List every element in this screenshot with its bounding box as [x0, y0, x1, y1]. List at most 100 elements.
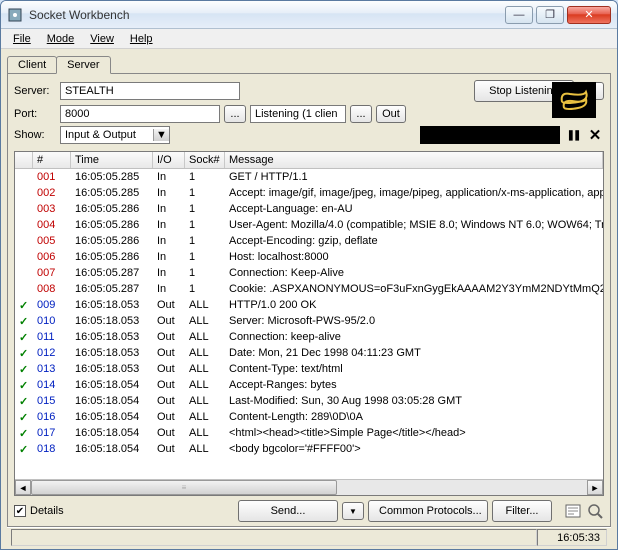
window-title: Socket Workbench — [29, 8, 505, 22]
tab-server[interactable]: Server — [56, 56, 110, 74]
filter-button[interactable]: Filter... — [492, 500, 552, 522]
listening-browse-button[interactable]: ... — [350, 105, 372, 123]
col-time[interactable]: Time — [71, 152, 153, 168]
row-check: ✓ — [15, 395, 33, 408]
table-row[interactable]: 00416:05:05.286In1User-Agent: Mozilla/4.… — [15, 217, 603, 233]
table-row[interactable]: 00316:05:05.286In1Accept-Language: en-AU — [15, 201, 603, 217]
row-num: 002 — [33, 187, 71, 199]
pause-button[interactable]: ❚❚ — [564, 126, 582, 144]
row-num: 015 — [33, 395, 71, 407]
row-num: 011 — [33, 331, 71, 343]
col-check[interactable] — [15, 152, 33, 168]
checkmark-icon: ✔ — [16, 506, 24, 517]
scroll-track[interactable]: ≡ — [31, 480, 587, 495]
row-check: ✓ — [15, 443, 33, 456]
row-num: 018 — [33, 443, 71, 455]
row-check: ✓ — [15, 347, 33, 360]
titlebar[interactable]: Socket Workbench — ❐ ✕ — [1, 1, 617, 29]
row-time: 16:05:05.286 — [71, 235, 153, 247]
server-input[interactable] — [60, 82, 240, 100]
table-row[interactable]: ✓00916:05:18.053OutALLHTTP/1.0 200 OK — [15, 297, 603, 313]
common-protocols-button[interactable]: Common Protocols... — [368, 500, 488, 522]
show-combo[interactable]: Input & Output ▼ — [60, 126, 170, 144]
row-sock: ALL — [185, 411, 225, 423]
menu-help[interactable]: Help — [124, 32, 159, 46]
menu-view[interactable]: View — [84, 32, 120, 46]
table-row[interactable]: ✓01316:05:18.053OutALLContent-Type: text… — [15, 361, 603, 377]
row-message: Accept: image/gif, image/jpeg, image/pip… — [225, 187, 603, 199]
row-sock: 1 — [185, 283, 225, 295]
scroll-left-icon[interactable]: ◄ — [15, 480, 31, 495]
col-num[interactable]: # — [33, 152, 71, 168]
scroll-right-icon[interactable]: ► — [587, 480, 603, 495]
row-message: Connection: keep-alive — [225, 331, 603, 343]
table-row[interactable]: 00816:05:05.287In1Cookie: .ASPXANONYMOUS… — [15, 281, 603, 297]
row-io: In — [153, 187, 185, 199]
maximize-button[interactable]: ❐ — [536, 6, 564, 24]
row-io: Out — [153, 395, 185, 407]
port-input[interactable] — [60, 105, 220, 123]
row-message: Last-Modified: Sun, 30 Aug 1998 03:05:28… — [225, 395, 603, 407]
tab-client[interactable]: Client — [7, 56, 57, 74]
row-sock: ALL — [185, 443, 225, 455]
port-browse-button[interactable]: ... — [224, 105, 246, 123]
row-num: 005 — [33, 235, 71, 247]
table-row[interactable]: ✓01416:05:18.054OutALLAccept-Ranges: byt… — [15, 377, 603, 393]
out-button[interactable]: Out — [376, 105, 406, 123]
row-message: <body bgcolor='#FFFF00'> — [225, 443, 603, 455]
row-time: 16:05:18.054 — [71, 427, 153, 439]
row-message: Cookie: .ASPXANONYMOUS=oF3uFxnGygEkAAAAM… — [225, 283, 603, 295]
row-num: 007 — [33, 267, 71, 279]
scroll-thumb[interactable]: ≡ — [31, 480, 337, 495]
toolbar-icon-2[interactable] — [586, 502, 604, 520]
table-row[interactable]: ✓01116:05:18.053OutALLConnection: keep-a… — [15, 329, 603, 345]
row-message: GET / HTTP/1.1 — [225, 171, 603, 183]
chevron-down-icon: ▼ — [153, 129, 169, 141]
send-dropdown-button[interactable]: ▼ — [342, 502, 364, 520]
col-message[interactable]: Message — [225, 152, 603, 168]
close-button[interactable]: ✕ — [567, 6, 611, 24]
details-checkbox[interactable]: ✔ — [14, 505, 26, 517]
table-row[interactable]: 00216:05:05.285In1Accept: image/gif, ima… — [15, 185, 603, 201]
row-io: In — [153, 219, 185, 231]
col-io[interactable]: I/O — [153, 152, 185, 168]
table-row[interactable]: 00716:05:05.287In1Connection: Keep-Alive — [15, 265, 603, 281]
minimize-button[interactable]: — — [505, 6, 533, 24]
row-num: 001 — [33, 171, 71, 183]
row-check: ✓ — [15, 315, 33, 328]
row-time: 16:05:18.053 — [71, 347, 153, 359]
menu-mode[interactable]: Mode — [41, 32, 81, 46]
table-row[interactable]: ✓01816:05:18.054OutALL<body bgcolor='#FF… — [15, 441, 603, 457]
table-row[interactable]: 00116:05:05.285In1GET / HTTP/1.1 — [15, 169, 603, 185]
table-row[interactable]: 00516:05:05.286In1Accept-Encoding: gzip,… — [15, 233, 603, 249]
status-time: 16:05:33 — [537, 529, 607, 546]
send-button[interactable]: Send... — [238, 500, 338, 522]
row-num: 008 — [33, 283, 71, 295]
col-sock[interactable]: Sock# — [185, 152, 225, 168]
table-body[interactable]: 00116:05:05.285In1GET / HTTP/1.100216:05… — [15, 169, 603, 479]
server-panel: Server: Stop Listening In Port: ... ... … — [7, 73, 611, 527]
table-row[interactable]: ✓01716:05:18.054OutALL<html><head><title… — [15, 425, 603, 441]
row-message: Content-Type: text/html — [225, 363, 603, 375]
row-num: 003 — [33, 203, 71, 215]
clear-button[interactable]: ✕ — [586, 126, 604, 144]
row-io: Out — [153, 363, 185, 375]
table-row[interactable]: ✓01516:05:18.054OutALLLast-Modified: Sun… — [15, 393, 603, 409]
row-sock: ALL — [185, 395, 225, 407]
horizontal-scrollbar[interactable]: ◄ ≡ ► — [15, 479, 603, 495]
row-sock: 1 — [185, 235, 225, 247]
table-row[interactable]: 00616:05:05.286In1Host: localhost:8000 — [15, 249, 603, 265]
row-num: 014 — [33, 379, 71, 391]
menu-file[interactable]: File — [7, 32, 37, 46]
toolbar-icon-1[interactable] — [564, 502, 582, 520]
table-row[interactable]: ✓01016:05:18.053OutALLServer: Microsoft-… — [15, 313, 603, 329]
table-row[interactable]: ✓01216:05:18.053OutALLDate: Mon, 21 Dec … — [15, 345, 603, 361]
row-message: Content-Length: 289\0D\0A — [225, 411, 603, 423]
row-sock: 1 — [185, 171, 225, 183]
logo-box — [552, 82, 596, 118]
row-sock: 1 — [185, 219, 225, 231]
row-check: ✓ — [15, 427, 33, 440]
table-row[interactable]: ✓01616:05:18.054OutALLContent-Length: 28… — [15, 409, 603, 425]
tabs: Client Server — [7, 55, 611, 73]
listening-status — [250, 105, 346, 123]
